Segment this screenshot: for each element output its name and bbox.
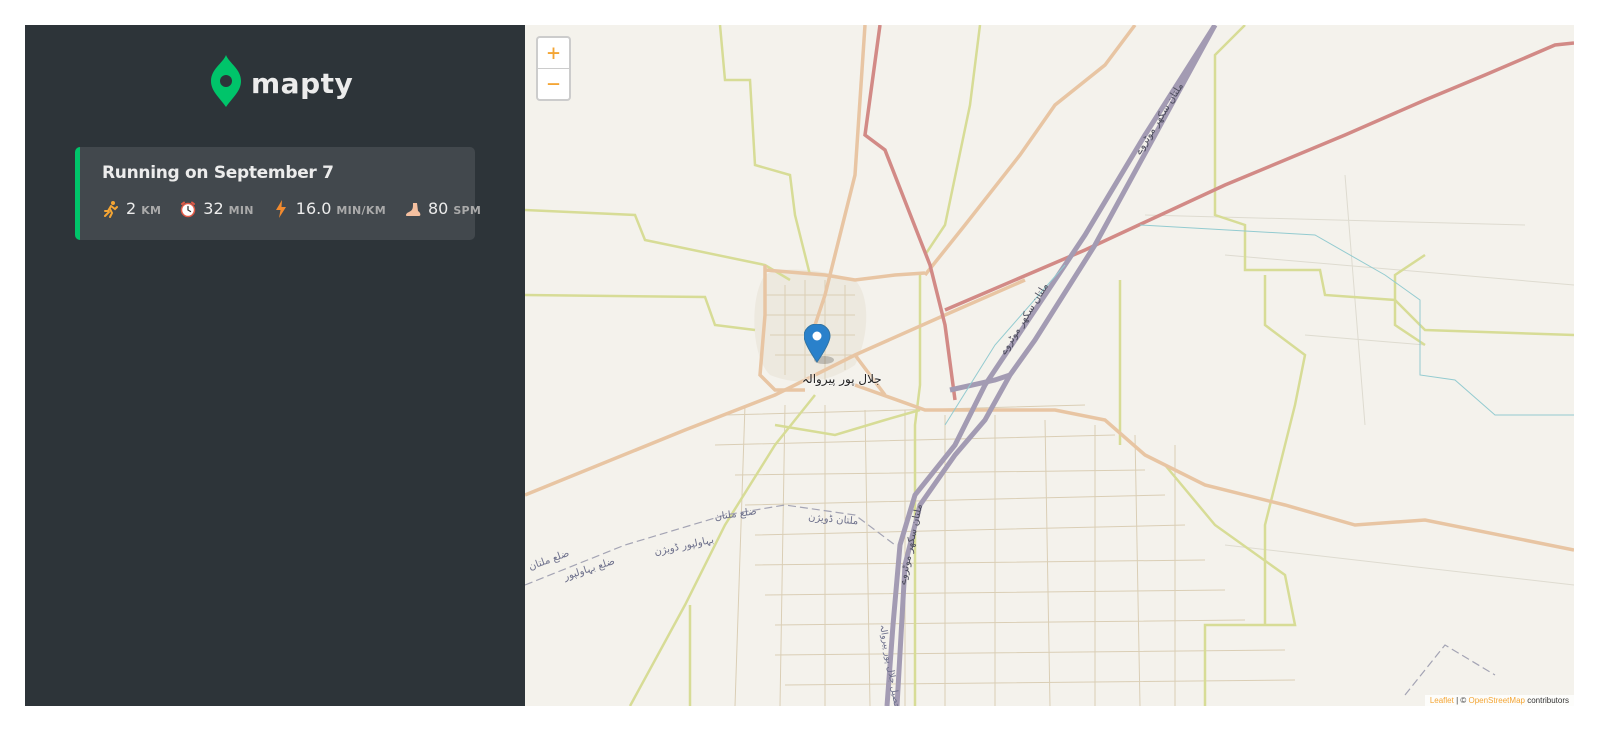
stopwatch-icon [179, 200, 197, 218]
logo: mapty [211, 55, 353, 111]
workout-cadence: 80 SPM [404, 199, 481, 218]
zoom-control: + − [536, 36, 571, 101]
distance-unit: KM [141, 204, 162, 217]
attribution-separator: | © [1453, 696, 1469, 705]
leaflet-link[interactable]: Leaflet [1430, 696, 1454, 705]
zoom-in-button[interactable]: + [538, 38, 569, 68]
runner-icon [102, 200, 120, 218]
map[interactable]: ملتان سکھر موٹروے ملتان سکھر موٹروے ملتا… [525, 25, 1574, 706]
duration-unit: MIN [228, 204, 254, 217]
workout-title: Running on September 7 [102, 163, 334, 183]
foot-icon [404, 200, 422, 218]
duration-value: 32 [203, 199, 224, 218]
workout-duration: 32 MIN [179, 199, 254, 218]
workout-distance: 2 KM [102, 199, 161, 218]
logo-text: mapty [251, 66, 354, 100]
map-attribution: Leaflet | © OpenStreetMap contributors [1424, 695, 1574, 706]
app-container: mapty Running on September 7 2 KM 32 MIN… [25, 25, 1574, 706]
cadence-unit: SPM [453, 204, 482, 217]
lightning-icon [272, 199, 290, 218]
workout-pace: 16.0 MIN/KM [272, 199, 386, 218]
pace-value: 16.0 [295, 199, 332, 218]
attribution-suffix: contributors [1524, 696, 1569, 705]
openstreetmap-link[interactable]: OpenStreetMap [1468, 696, 1524, 705]
map-pin-icon [211, 55, 241, 111]
sidebar: mapty Running on September 7 2 KM 32 MIN… [25, 25, 525, 706]
map-tiles: ملتان سکھر موٹروے ملتان سکھر موٹروے ملتا… [525, 25, 1574, 706]
pace-unit: MIN/KM [336, 204, 386, 217]
cadence-value: 80 [427, 199, 449, 218]
zoom-out-button[interactable]: − [538, 68, 569, 99]
distance-value: 2 [126, 199, 137, 218]
map-marker[interactable] [803, 323, 844, 370]
workout-card[interactable]: Running on September 7 2 KM 32 MIN 16.0 … [75, 147, 481, 240]
workout-details: 2 KM 32 MIN 16.0 MIN/KM 80 SPM [102, 199, 481, 218]
place-label: جلال پور پیروالہ [802, 372, 882, 386]
